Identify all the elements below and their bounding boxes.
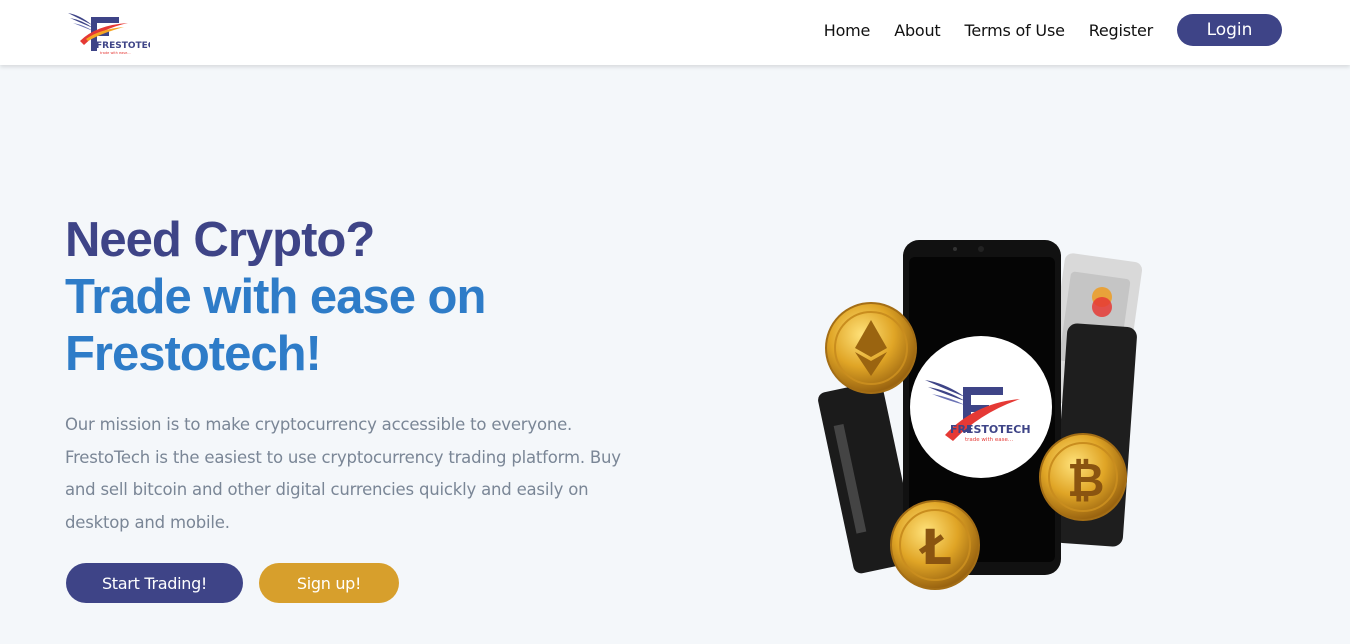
nav-links: Home About Terms of Use Register Login	[800, 14, 1282, 46]
litecoin-coin-icon: Ł	[890, 500, 980, 590]
logo-text: FRESTOTECH	[96, 41, 150, 51]
brand-logo[interactable]: FRESTOTECH trade with ease...	[66, 9, 162, 55]
phone-logo-tagline: trade with ease...	[965, 437, 1013, 443]
phone-logo-badge: FRESTOTECH trade with ease...	[910, 336, 1052, 478]
hero-title: Need Crypto? Trade with ease on Frestote…	[65, 212, 685, 383]
logo-icon: FRESTOTECH trade with ease...	[68, 13, 162, 55]
hero-title-line2: Trade with ease on Frestotech!	[65, 270, 486, 381]
hero-title-line1: Need Crypto?	[65, 213, 375, 267]
svg-text:Ł: Ł	[918, 520, 952, 576]
logo-tagline: trade with ease...	[100, 51, 131, 55]
svg-text:₿: ₿	[1067, 453, 1105, 507]
bitcoin-coin-icon: ₿	[1039, 433, 1127, 521]
login-button[interactable]: Login	[1177, 14, 1282, 46]
navbar: FRESTOTECH trade with ease... Home About…	[0, 0, 1350, 65]
sign-up-button[interactable]: Sign up!	[259, 563, 399, 603]
ethereum-coin-icon	[825, 302, 917, 394]
nav-link-home[interactable]: Home	[824, 21, 871, 40]
nav-link-register[interactable]: Register	[1089, 21, 1153, 40]
phone-logo-text: FRESTOTECH	[950, 423, 1031, 436]
nav-link-about[interactable]: About	[894, 21, 941, 40]
nav-link-terms[interactable]: Terms of Use	[965, 21, 1065, 40]
hero-description: Our mission is to make cryptocurrency ac…	[65, 415, 621, 532]
crypto-phone-illustration: FRESTOTECH trade with ease... ₿ Ł	[818, 240, 1143, 590]
start-trading-button[interactable]: Start Trading!	[66, 563, 243, 603]
hero-illustration: FRESTOTECH trade with ease... ₿ Ł	[815, 235, 1145, 605]
